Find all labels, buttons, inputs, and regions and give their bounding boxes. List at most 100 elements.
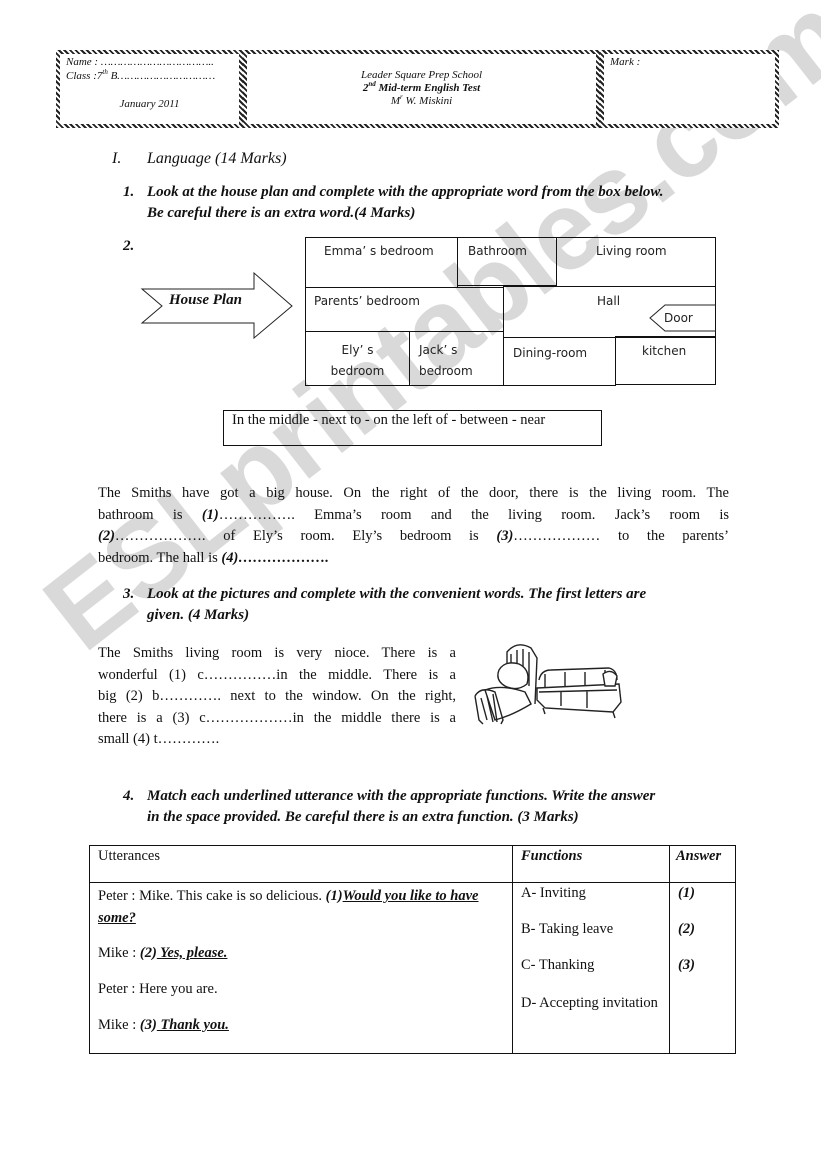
room-jack-bedroom: Jack’ s bedroom — [409, 331, 504, 386]
room-label: Ely’ s bedroom — [306, 340, 409, 382]
passage-line: The Smiths living room is very nioce. Th… — [98, 645, 456, 661]
utterance-1: Peter : Mike. This cake is so delicious.… — [98, 885, 504, 943]
text: bedroom. The hall is — [98, 549, 222, 566]
room-label: Jack’ s bedroom — [419, 340, 473, 382]
room-emma-bedroom: Emma’ s bedroom — [305, 237, 458, 288]
question-number: 4. — [123, 788, 135, 804]
room-label: Parents’ bedroom — [314, 294, 420, 308]
test-title: 2nd Mid-term English Test — [247, 81, 596, 95]
utterance-text: Mike : — [98, 945, 140, 961]
question-1-line-2: Be careful there is an extra word.(4 Mar… — [147, 205, 416, 221]
blank-field[interactable]: ………………. of Ely’s room. Ely’s bedroom is — [115, 528, 496, 544]
utterance-text: Peter : Here you are. — [98, 981, 218, 997]
utterance-number: (3) — [139, 1017, 157, 1033]
furniture-illustration — [474, 644, 622, 725]
room-label: Hall — [597, 294, 621, 308]
blank-field[interactable]: ……………. Emma’s room and the living room. … — [219, 507, 729, 523]
passage-line[interactable]: small (4) t…………. — [98, 729, 456, 751]
bed-icon — [474, 644, 538, 725]
class-suffix: B………………………… — [107, 70, 216, 82]
passage-line: bedroom. The hall is (4)………………. — [98, 548, 729, 570]
school-info-box: Leader Square Prep School 2nd Mid-term E… — [243, 50, 600, 128]
room-ely-bedroom: Ely’ s bedroom — [305, 331, 410, 386]
passage-line[interactable]: wonderful (1) c……………in the middle. There… — [98, 665, 456, 687]
blank-number: (3) — [496, 528, 514, 544]
question-3-line-2: given. (4 Marks) — [147, 607, 250, 623]
passage-line[interactable]: big (2) b…………. next to the window. On th… — [98, 686, 456, 708]
question-1: 1. Look at the house plan and complete w… — [123, 182, 664, 224]
utterance-number: (1) — [325, 888, 343, 904]
room-dining-room: Dining-room — [503, 337, 616, 386]
sofa-icon — [536, 667, 622, 719]
function-option: B- Taking leave — [521, 921, 614, 937]
question-1-line-1: Look at the house plan and complete with… — [147, 184, 664, 200]
utterances-cell: Peter : Mike. This cake is so delicious.… — [89, 882, 513, 1054]
passage-line: bathroom is (1)……………. Emma’s room and th… — [98, 505, 729, 527]
answer-slot[interactable]: (2) — [678, 921, 727, 957]
answer-slot[interactable]: (3) — [678, 957, 727, 993]
blank-field[interactable]: ……………… to the parents’ — [513, 528, 729, 544]
class-field[interactable]: Class :7th B………………………… — [66, 69, 216, 83]
question-4-line-1: Match each underlined utterance with the… — [147, 788, 656, 804]
passage-line[interactable]: there is a (3) c………………in the middle ther… — [98, 708, 456, 730]
question-4: 4. Match each underlined utterance with … — [123, 786, 656, 828]
word-box-text: In the middle - next to - on the left of… — [232, 412, 546, 428]
question-4-line-2: in the space provided. Be careful there … — [147, 809, 579, 825]
word-box: In the middle - next to - on the left of… — [223, 410, 602, 446]
underlined-utterance: Yes, please. — [156, 945, 228, 961]
mark-label: Mark : — [610, 56, 641, 68]
teacher-prefix: M — [390, 95, 401, 107]
question-number: 1. — [123, 184, 135, 200]
question-3: 3. Look at the pictures and complete wit… — [123, 584, 646, 626]
blank-number: (4) — [221, 549, 239, 566]
section-numeral: I. — [112, 150, 122, 167]
mark-box[interactable]: Mark : — [600, 50, 779, 128]
functions-cell: A- Inviting B- Taking leave C- Thanking … — [512, 882, 670, 1054]
question-number: 3. — [123, 586, 135, 602]
room-label-line: bedroom — [330, 364, 385, 378]
header-functions: Functions — [512, 845, 670, 883]
utterance-2: Mike : (2) Yes, please. — [98, 943, 504, 979]
house-plan: Emma’ s bedroom Bathroom Living room Par… — [305, 237, 716, 386]
utterance-3: Peter : Here you are. — [98, 979, 504, 1015]
room-label-line: Jack’ s — [419, 343, 458, 357]
teacher-name: Mr W. Miskini — [247, 94, 596, 108]
answer-slot[interactable]: (1) — [678, 885, 727, 921]
room-label: Emma’ s bedroom — [324, 244, 434, 258]
class-prefix: Class :7 — [66, 70, 103, 82]
section-title: I. Language (14 Marks) — [112, 150, 287, 168]
teacher-name-text: W. Miskini — [402, 95, 453, 107]
header-answer: Answer — [669, 845, 736, 883]
section-title-text: Language (14 Marks) — [147, 150, 287, 167]
student-info-box: Name : …………………………….. Class :7th B…………………… — [56, 50, 243, 128]
question-number: 2. — [123, 238, 135, 254]
name-field[interactable]: Name : …………………………….. — [66, 56, 214, 69]
utterance-text: Peter : Mike. This cake is so delicious. — [98, 888, 326, 904]
blank-field[interactable]: ………………. — [238, 550, 329, 566]
underlined-utterance: Thank you. — [156, 1017, 229, 1033]
answers-cell[interactable]: (1) (2) (3) — [669, 882, 736, 1054]
room-parents-bedroom: Parents’ bedroom — [305, 287, 504, 332]
function-option: A- Inviting — [521, 885, 586, 901]
function-option: D- Accepting invitation — [521, 995, 658, 1011]
test-title-text: Mid-term English Test — [375, 82, 481, 94]
room-label: kitchen — [642, 344, 687, 358]
room-label-line: bedroom — [419, 364, 473, 378]
room-label: Dining-room — [513, 346, 588, 360]
room-kitchen: kitchen — [615, 336, 716, 385]
utterance-text: Mike : — [98, 1017, 140, 1033]
utterance-4: Mike : (3) Thank you. — [98, 1015, 504, 1051]
school-name: Leader Square Prep School — [360, 69, 483, 81]
passage-line: The Smiths have got a big house. On the … — [98, 485, 729, 501]
blank-number: (1) — [201, 506, 219, 523]
passage-house: The Smiths have got a big house. On the … — [98, 483, 729, 569]
matching-table: Utterances Functions Answer Peter : Mike… — [89, 845, 736, 1054]
room-bathroom: Bathroom — [457, 237, 557, 286]
passage-line: (2)………………. of Ely’s room. Ely’s bedroom … — [98, 526, 729, 548]
utterance-number: (2) — [139, 945, 157, 961]
header-utterances: Utterances — [89, 845, 513, 883]
table-row: Peter : Mike. This cake is so delicious.… — [89, 882, 736, 1054]
room-label: Living room — [596, 244, 667, 258]
house-plan-label: House Plan — [169, 292, 242, 308]
room-label: Bathroom — [468, 244, 527, 258]
